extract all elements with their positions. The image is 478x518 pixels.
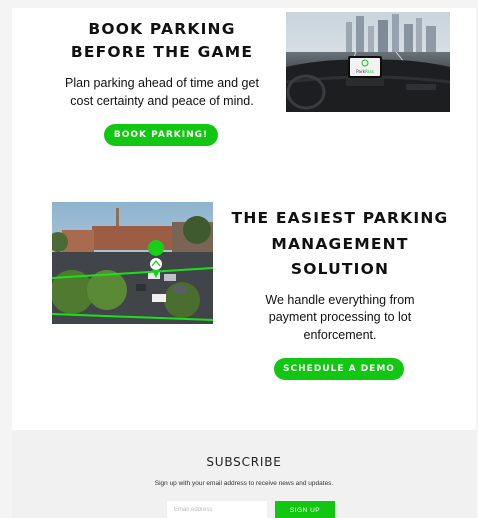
subscribe-description: Sign up with your email address to recei… bbox=[154, 480, 334, 487]
description-line: We handle everything from bbox=[265, 292, 415, 307]
description-line: enforcement. bbox=[303, 327, 377, 342]
description-line: payment processing to lot bbox=[268, 310, 412, 324]
title-line: MANAGEMENT bbox=[271, 234, 409, 253]
title-line: BOOK PARKING bbox=[88, 20, 236, 38]
title-line: THE EASIEST PARKING bbox=[231, 209, 449, 227]
management-section: THE EASIEST PARKING MANAGEMENT SOLUTION … bbox=[230, 206, 450, 344]
title-line: SOLUTION bbox=[290, 260, 390, 278]
description-line: Plan parking ahead of time and get bbox=[65, 76, 259, 90]
book-parking-button[interactable]: BOOK PARKING! bbox=[104, 124, 218, 146]
book-parking-description: Plan parking ahead of time and get cost … bbox=[52, 74, 272, 110]
subscribe-form: SIGN UP bbox=[167, 501, 335, 518]
management-description: We handle everything from payment proces… bbox=[230, 292, 450, 345]
email-field[interactable] bbox=[167, 501, 267, 518]
subscribe-section: SUBSCRIBE Sign up with your email addres… bbox=[12, 430, 476, 518]
car-dashboard-image: ParkPass bbox=[286, 12, 450, 112]
parking-lot-image bbox=[52, 202, 213, 324]
title-line: BEFORE THE GAME bbox=[70, 43, 254, 61]
book-parking-title: BOOK PARKING BEFORE THE GAME bbox=[52, 18, 272, 64]
subscribe-title: SUBSCRIBE bbox=[206, 455, 282, 469]
book-parking-section: BOOK PARKING BEFORE THE GAME Plan parkin… bbox=[52, 18, 272, 110]
management-title: THE EASIEST PARKING MANAGEMENT SOLUTION bbox=[230, 206, 450, 283]
schedule-demo-button[interactable]: SCHEDULE A DEMO bbox=[274, 358, 404, 380]
sign-up-button[interactable]: SIGN UP bbox=[275, 501, 335, 518]
parkpass-logo: ParkPass bbox=[356, 69, 374, 74]
page-content: BOOK PARKING BEFORE THE GAME Plan parkin… bbox=[12, 8, 476, 430]
description-line: cost certainty and peace of mind. bbox=[70, 94, 254, 108]
